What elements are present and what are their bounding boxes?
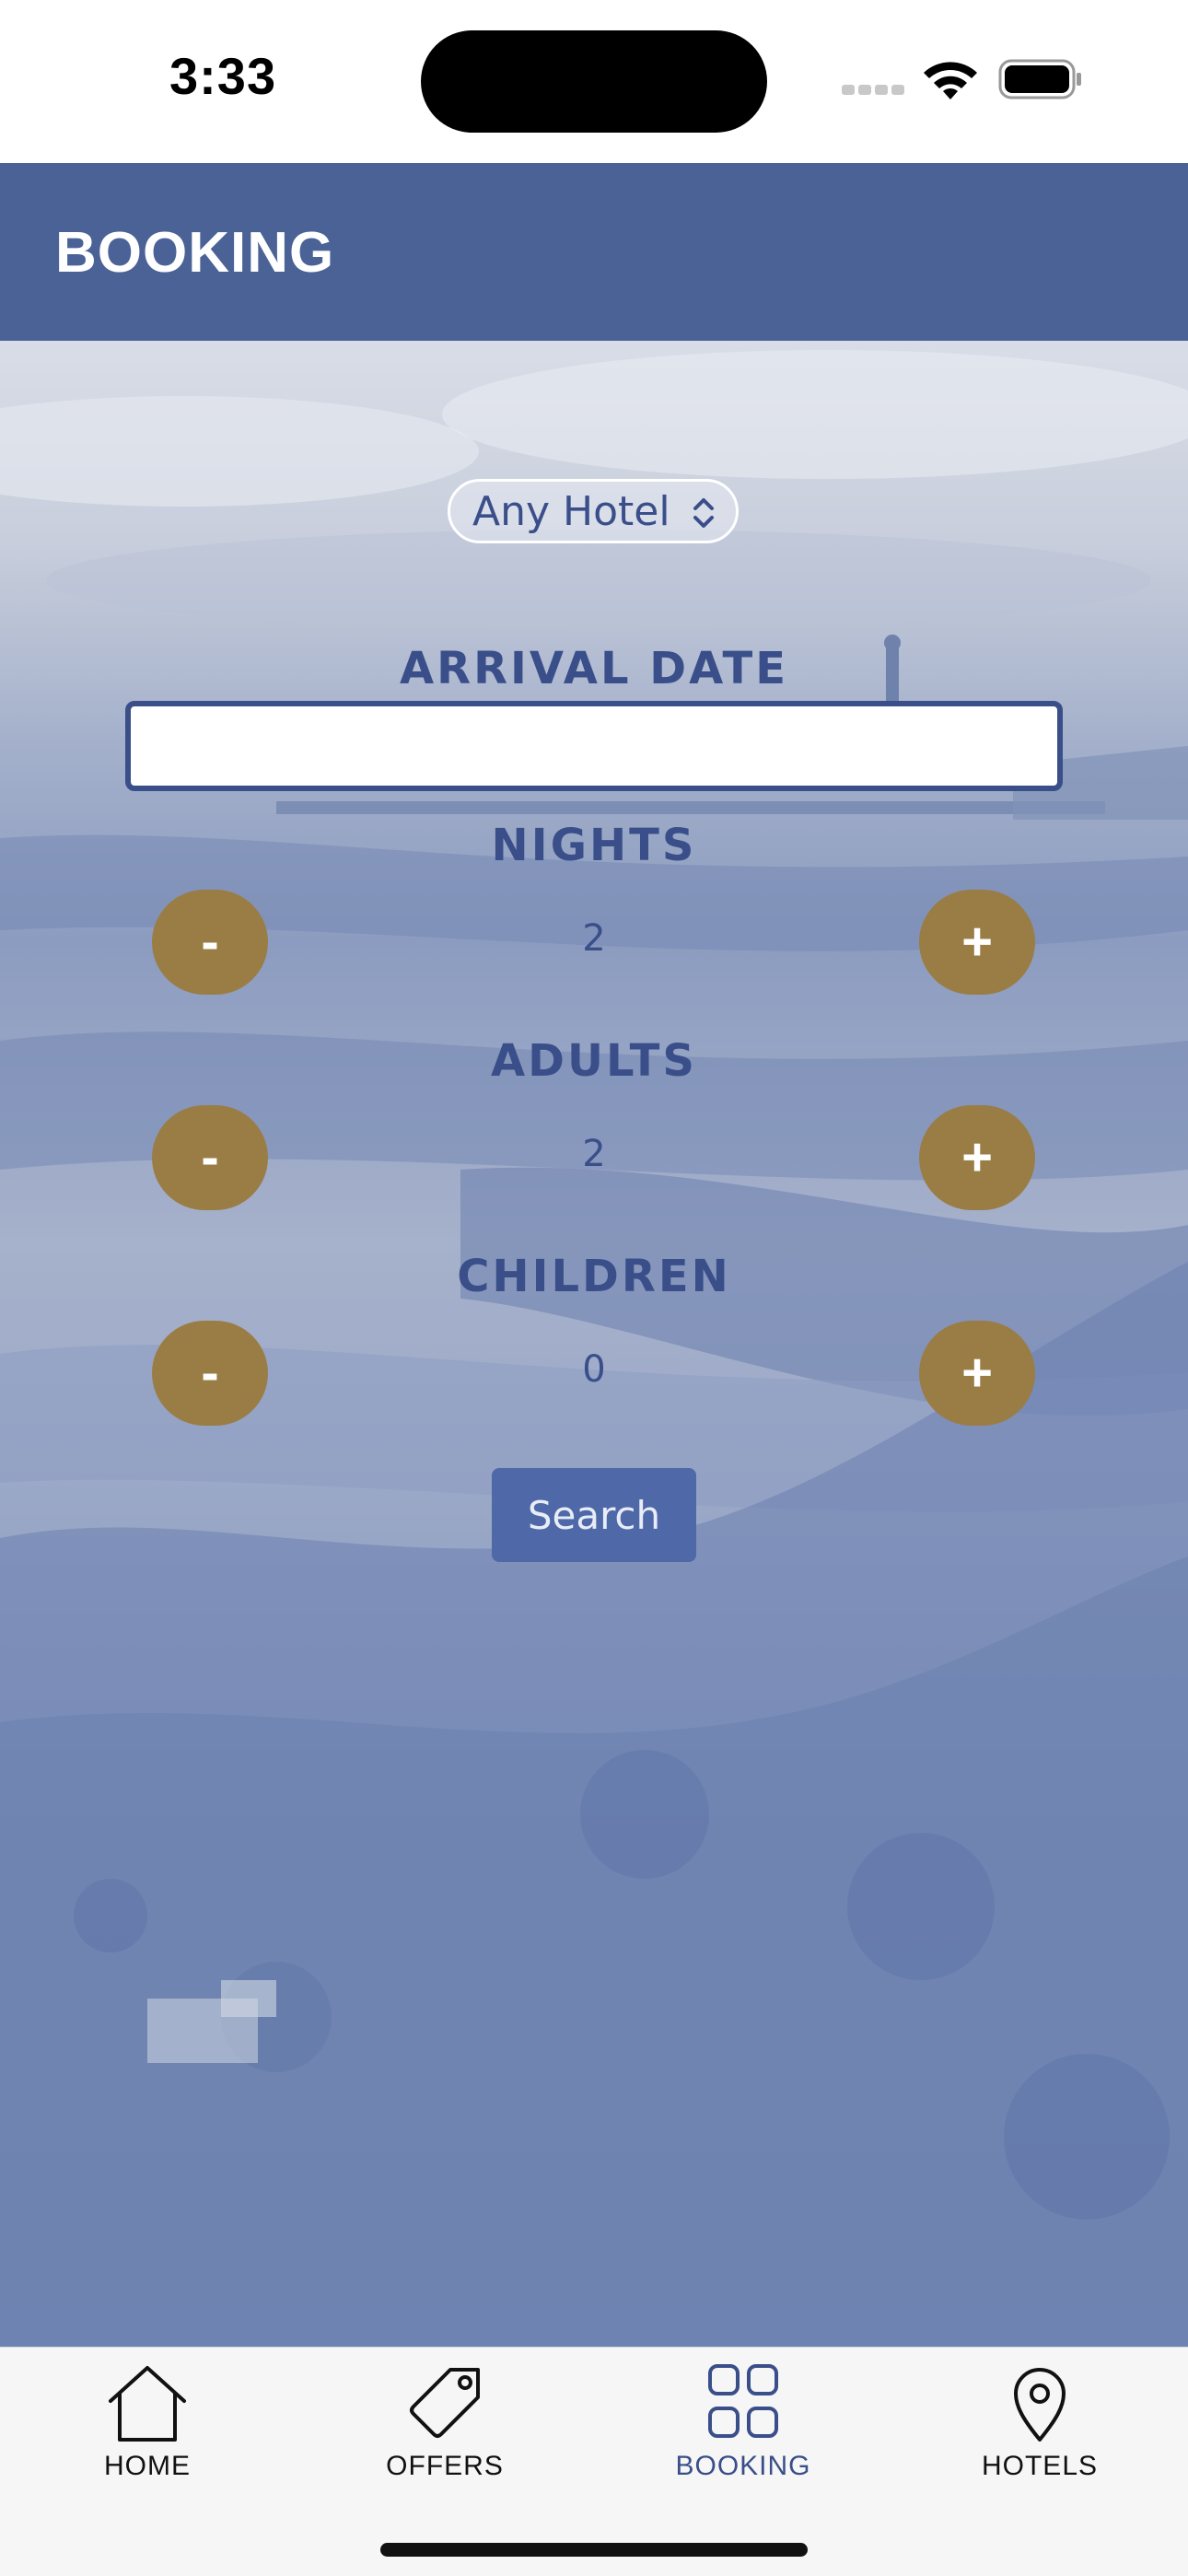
tab-bar: HOME OFFERS BOOKING HOTELS bbox=[0, 2347, 1188, 2576]
tab-booking-label: BOOKING bbox=[675, 2451, 811, 2481]
tab-home[interactable]: HOME bbox=[46, 2362, 249, 2491]
hotel-select[interactable]: Any Hotel bbox=[448, 479, 739, 543]
grid-icon bbox=[708, 2364, 778, 2438]
hotel-select-value: Any Hotel bbox=[472, 487, 670, 535]
home-icon bbox=[109, 2366, 186, 2442]
children-label: CHILDREN bbox=[457, 1251, 731, 1302]
nights-label: NIGHTS bbox=[491, 820, 697, 871]
tab-offers[interactable]: OFFERS bbox=[344, 2362, 546, 2491]
battery-icon bbox=[998, 59, 1081, 99]
adults-increment-button[interactable]: + bbox=[919, 1105, 1035, 1210]
adults-label: ADULTS bbox=[491, 1035, 697, 1087]
search-button[interactable]: Search bbox=[492, 1468, 696, 1562]
home-indicator bbox=[380, 2543, 808, 2557]
arrival-date-input[interactable] bbox=[125, 701, 1063, 791]
location-pin-icon bbox=[1014, 2368, 1066, 2442]
cellular-signal-icon bbox=[842, 83, 908, 99]
nights-increment-button[interactable]: + bbox=[919, 890, 1035, 995]
tag-icon bbox=[410, 2368, 480, 2438]
page-title: BOOKING bbox=[55, 221, 335, 285]
tab-hotels-label: HOTELS bbox=[981, 2451, 1099, 2481]
status-time: 3:33 bbox=[169, 47, 277, 105]
arrival-date-label: ARRIVAL DATE bbox=[399, 643, 789, 694]
dynamic-island bbox=[421, 30, 767, 133]
booking-form: Any Hotel ARRIVAL DATE NIGHTS - 2 + ADUL… bbox=[0, 341, 1188, 2347]
wifi-icon bbox=[924, 62, 977, 99]
app-header: BOOKING bbox=[0, 163, 1188, 341]
tab-offers-label: OFFERS bbox=[386, 2451, 504, 2481]
select-chevrons-icon bbox=[693, 498, 714, 528]
tab-booking[interactable]: BOOKING bbox=[642, 2362, 844, 2491]
tab-hotels[interactable]: HOTELS bbox=[938, 2362, 1141, 2491]
tab-home-label: HOME bbox=[104, 2451, 191, 2481]
status-bar: 3:33 bbox=[0, 0, 1188, 163]
children-increment-button[interactable]: + bbox=[919, 1321, 1035, 1426]
